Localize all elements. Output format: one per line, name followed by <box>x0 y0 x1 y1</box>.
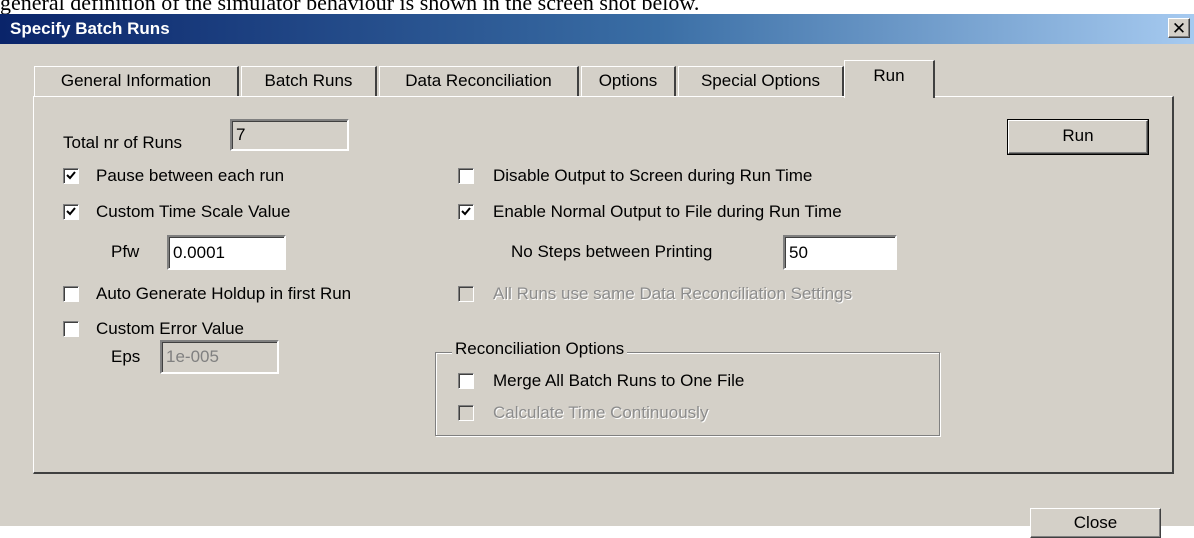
pause-between-runs-label: Pause between each run <box>96 166 285 185</box>
tab-general-information[interactable]: General Information <box>34 66 239 96</box>
auto-generate-holdup-label: Auto Generate Holdup in first Run <box>96 284 352 303</box>
steps-between-printing-input[interactable]: 50 <box>783 235 897 270</box>
document-text-line: general definition of the simulator beha… <box>0 0 700 14</box>
disable-output-screen-label: Disable Output to Screen during Run Time <box>493 166 813 185</box>
steps-between-printing-label: No Steps between Printing <box>511 242 713 261</box>
eps-field: 1e-005 <box>160 340 279 374</box>
close-button[interactable]: Close <box>1030 508 1161 538</box>
tab-data-reconciliation[interactable]: Data Reconciliation <box>379 66 579 96</box>
calculate-time-continuously-label: Calculate Time Continuously <box>493 403 709 422</box>
tab-options[interactable]: Options <box>581 66 676 96</box>
tab-batch-runs[interactable]: Batch Runs <box>241 66 377 96</box>
custom-error-value-label: Custom Error Value <box>96 319 245 338</box>
reconciliation-options-group <box>435 352 940 436</box>
pfw-input[interactable]: 0.0001 <box>167 235 286 270</box>
tab-special-options[interactable]: Special Options <box>678 66 844 96</box>
reconciliation-options-title: Reconciliation Options <box>452 339 628 359</box>
calculate-time-continuously-checkbox <box>458 405 474 421</box>
merge-all-batch-runs-checkbox[interactable] <box>458 373 474 389</box>
enable-normal-output-file-checkbox[interactable] <box>458 204 474 220</box>
specify-batch-runs-dialog: Specify Batch Runs ✕ General Information… <box>0 14 1194 538</box>
run-button[interactable]: Run <box>1007 119 1149 155</box>
pause-between-runs-checkbox[interactable] <box>63 168 79 184</box>
window-title: Specify Batch Runs <box>10 19 170 38</box>
eps-label: Eps <box>111 347 141 366</box>
checkmark-icon <box>461 207 471 216</box>
same-data-reconciliation-checkbox <box>458 286 474 302</box>
title-bar[interactable]: Specify Batch Runs ✕ <box>0 14 1194 44</box>
auto-generate-holdup-checkbox[interactable] <box>63 286 79 302</box>
total-runs-field: 7 <box>230 119 349 151</box>
tab-run[interactable]: Run <box>844 60 935 98</box>
custom-time-scale-label: Custom Time Scale Value <box>96 202 291 221</box>
checkmark-icon <box>66 207 76 216</box>
disable-output-screen-checkbox[interactable] <box>458 168 474 184</box>
custom-time-scale-checkbox[interactable] <box>63 204 79 220</box>
checkmark-icon <box>66 171 76 180</box>
total-runs-label: Total nr of Runs <box>63 133 183 152</box>
same-data-reconciliation-label: All Runs use same Data Reconciliation Se… <box>493 284 853 303</box>
window-close-button[interactable]: ✕ <box>1168 18 1190 38</box>
pfw-label: Pfw <box>111 242 140 261</box>
enable-normal-output-file-label: Enable Normal Output to File during Run … <box>493 202 842 221</box>
custom-error-value-checkbox[interactable] <box>63 321 79 337</box>
merge-all-batch-runs-label: Merge All Batch Runs to One File <box>493 371 745 390</box>
